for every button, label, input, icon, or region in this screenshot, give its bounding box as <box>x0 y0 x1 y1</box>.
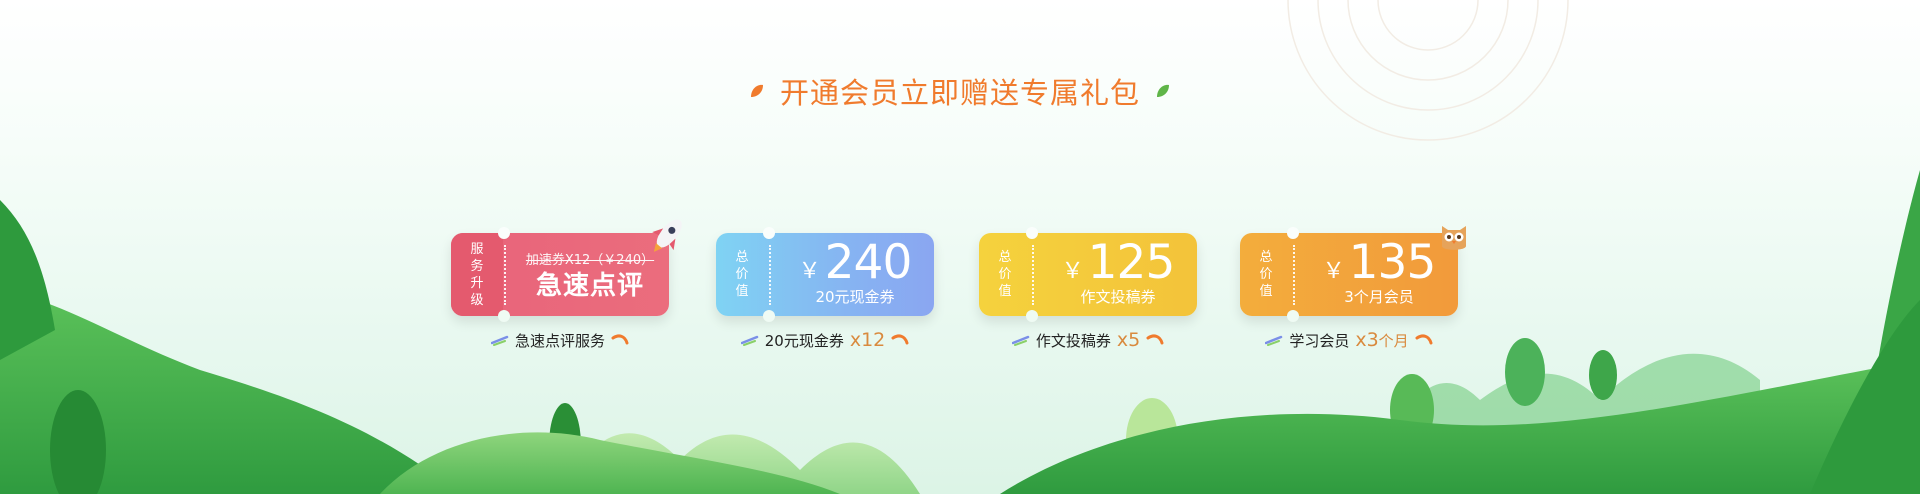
orange-leaf-icon <box>750 84 763 97</box>
currency-symbol: ￥ <box>1061 259 1084 284</box>
caption-multiplier: x5 <box>1116 329 1141 351</box>
card-main: ￥ 240 20元现金券 <box>776 233 934 316</box>
card-side-label: 总价值 <box>998 250 1012 299</box>
currency-symbol: ￥ <box>798 259 821 284</box>
card-subtitle: 20元现金券 <box>815 288 895 306</box>
caption-text: 作文投稿券 <box>1035 331 1111 350</box>
caption-membership: 学习会员 x3个月 <box>1240 328 1458 352</box>
feather-left-icon <box>490 335 509 346</box>
card-divider <box>504 245 506 305</box>
card-side-label: 总价值 <box>1259 250 1273 299</box>
feather-left-icon <box>740 335 758 346</box>
price-amount: 240 <box>824 235 913 290</box>
gift-card-speed-review[interactable]: 服务升级 加速券X12（￥240） 急速点评 <box>451 227 669 322</box>
card-side-label: 服务升级 <box>451 233 503 316</box>
card-side-label: 总价值 <box>735 250 749 299</box>
caption-text: 20元现金券 <box>764 331 844 350</box>
feather-right-icon <box>1415 334 1433 345</box>
card-divider <box>1032 245 1034 305</box>
caption-multiplier: x12 <box>849 329 886 351</box>
price-amount: 125 <box>1087 235 1176 290</box>
gift-card-cash-coupon[interactable]: 总价值 ￥ 240 20元现金券 <box>716 227 934 322</box>
price-row: ￥ 125 <box>1039 235 1197 291</box>
caption-essay-coupon: 作文投稿券 x5 <box>979 328 1197 352</box>
card-headline: 急速点评 <box>535 271 644 301</box>
feather-left-icon <box>1011 335 1030 346</box>
title-row: 开通会员立即赠送专属礼包 <box>0 66 1920 116</box>
feather-left-icon <box>1265 335 1283 346</box>
card-divider <box>769 245 771 305</box>
price-amount: 135 <box>1348 235 1437 290</box>
feather-right-icon <box>891 334 909 345</box>
gift-card-essay-coupon[interactable]: 总价值 ￥ 125 作文投稿券 <box>979 227 1197 322</box>
price-row: ￥ 135 <box>1300 235 1458 291</box>
feather-right-icon <box>1146 334 1164 345</box>
gift-card-membership[interactable]: 总价值 ￥ 135 3个月会员 <box>1240 227 1458 322</box>
green-leaf-icon <box>1157 84 1169 97</box>
card-divider <box>1293 245 1295 305</box>
caption-speed-review: 急速点评服务 <box>451 328 669 352</box>
page-title: 开通会员立即赠送专属礼包 <box>779 76 1140 110</box>
caption-multiplier: x3个月 <box>1355 329 1409 351</box>
caption-cash-coupon: 20元现金券 x12 <box>716 328 934 352</box>
currency-symbol: ￥ <box>1322 259 1345 284</box>
owl-icon <box>1442 226 1466 250</box>
price-row: ￥ 240 <box>776 235 934 291</box>
card-main: ￥ 125 作文投稿券 <box>1039 233 1197 316</box>
feather-right-icon <box>611 334 629 345</box>
caption-text: 急速点评服务 <box>514 331 605 350</box>
rocket-icon <box>652 219 682 252</box>
caption-text: 学习会员 <box>1289 331 1350 350</box>
card-subtitle: 作文投稿券 <box>1080 288 1156 306</box>
card-subtitle: 3个月会员 <box>1344 288 1414 306</box>
card-main: ￥ 135 3个月会员 <box>1300 233 1458 316</box>
